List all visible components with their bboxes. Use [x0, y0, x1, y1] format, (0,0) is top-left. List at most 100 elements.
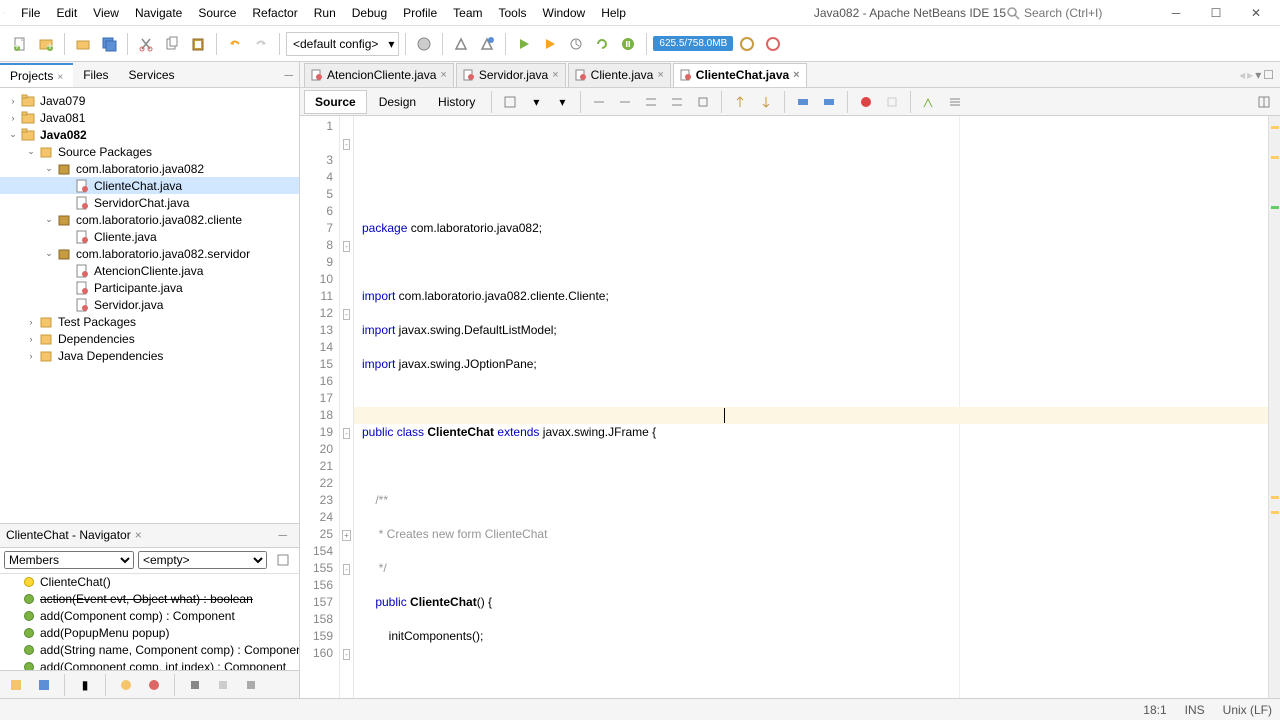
close-button[interactable]: ✕	[1236, 1, 1276, 25]
navigator-item[interactable]: ClienteChat()	[0, 574, 299, 591]
menu-navigate[interactable]: Navigate	[127, 2, 190, 24]
profile-icon[interactable]	[564, 32, 588, 56]
quick-search[interactable]	[1006, 6, 1144, 20]
tree-node[interactable]: ›Java081	[0, 109, 299, 126]
run-icon[interactable]	[512, 32, 536, 56]
navigator-item[interactable]: add(Component comp, int index) : Compone…	[0, 659, 299, 671]
menu-help[interactable]: Help	[593, 2, 634, 24]
et-icon[interactable]: ▾	[524, 90, 548, 114]
et-icon[interactable]	[613, 90, 637, 114]
tab-right-icon[interactable]: ▸	[1247, 68, 1253, 82]
split-icon[interactable]	[1252, 90, 1276, 114]
editor-tab[interactable]: ClienteChat.java×	[673, 63, 807, 87]
menu-source[interactable]: Source	[190, 2, 244, 24]
filter1-icon[interactable]	[4, 673, 28, 697]
clean-build-icon[interactable]	[475, 32, 499, 56]
editor-tab[interactable]: Servidor.java×	[456, 63, 566, 87]
tree-node[interactable]: ⌄com.laboratorio.java082.servidor	[0, 245, 299, 262]
filter5-icon[interactable]	[142, 673, 166, 697]
tree-node[interactable]: ⌄com.laboratorio.java082.cliente	[0, 211, 299, 228]
globe-icon[interactable]	[412, 32, 436, 56]
et-icon[interactable]	[728, 90, 752, 114]
editor-tab[interactable]: AtencionCliente.java×	[304, 63, 454, 87]
tree-node[interactable]: ›Java Dependencies	[0, 347, 299, 364]
close-icon[interactable]: ×	[552, 69, 558, 81]
menu-tools[interactable]: Tools	[490, 2, 534, 24]
filter7-icon[interactable]	[211, 673, 235, 697]
navigator-list[interactable]: ClienteChat()action(Event evt, Object wh…	[0, 574, 299, 671]
et-icon[interactable]	[791, 90, 815, 114]
empty-select[interactable]: <empty>	[138, 551, 267, 569]
stop-icon[interactable]	[616, 32, 640, 56]
tree-node[interactable]: ⌄Source Packages	[0, 143, 299, 160]
tree-node[interactable]: ⌄Java082	[0, 126, 299, 143]
et-icon[interactable]	[754, 90, 778, 114]
tree-node[interactable]: Participante.java	[0, 279, 299, 296]
redo-icon[interactable]	[249, 32, 273, 56]
run-config-select[interactable]: <default config>▾	[286, 32, 399, 56]
project-tree[interactable]: ›Java079›Java081⌄Java082⌄Source Packages…	[0, 88, 299, 523]
tab-projects[interactable]: Projects×	[0, 63, 73, 87]
menu-edit[interactable]: Edit	[48, 2, 85, 24]
memory-indicator[interactable]: 625.5/758.0MB	[653, 36, 733, 51]
filter8-icon[interactable]	[239, 673, 263, 697]
menu-profile[interactable]: Profile	[395, 2, 445, 24]
navigator-item[interactable]: add(PopupMenu popup)	[0, 625, 299, 642]
tree-node[interactable]: ›Java079	[0, 92, 299, 109]
copy-icon[interactable]	[160, 32, 184, 56]
filter3-icon[interactable]: ▮	[73, 673, 97, 697]
tree-node[interactable]: ›Dependencies	[0, 330, 299, 347]
maximize-button[interactable]: ☐	[1196, 1, 1236, 25]
menu-team[interactable]: Team	[445, 2, 490, 24]
minimize-panel-icon[interactable]: ─	[278, 528, 287, 542]
filter4-icon[interactable]	[114, 673, 138, 697]
tab-services[interactable]: Services	[119, 64, 185, 86]
tab-max-icon[interactable]: ☐	[1263, 68, 1274, 82]
filter6-icon[interactable]	[183, 673, 207, 697]
cut-icon[interactable]	[134, 32, 158, 56]
minimize-button[interactable]: ─	[1156, 1, 1196, 25]
gc-icon[interactable]	[735, 32, 759, 56]
filter2-icon[interactable]	[32, 673, 56, 697]
minimize-panel-icon[interactable]: ─	[284, 68, 293, 82]
et-icon[interactable]	[639, 90, 663, 114]
tree-node[interactable]: ServidorChat.java	[0, 194, 299, 211]
close-icon[interactable]: ×	[793, 69, 799, 81]
menu-refactor[interactable]: Refactor	[244, 2, 305, 24]
reload-icon[interactable]	[590, 32, 614, 56]
gc2-icon[interactable]	[761, 32, 785, 56]
search-input[interactable]	[1024, 6, 1144, 20]
line-gutter[interactable]: 1345678910111213141516171819202122232425…	[300, 116, 340, 698]
navigator-item[interactable]: action(Event evt, Object what) : boolean	[0, 591, 299, 608]
et-icon[interactable]	[943, 90, 967, 114]
fold-gutter[interactable]: ----+--	[340, 116, 354, 698]
tab-files[interactable]: Files	[73, 64, 118, 86]
et-icon[interactable]	[691, 90, 715, 114]
open-icon[interactable]	[71, 32, 95, 56]
tree-node[interactable]: ClienteChat.java	[0, 177, 299, 194]
et-icon[interactable]	[817, 90, 841, 114]
tree-node[interactable]: AtencionCliente.java	[0, 262, 299, 279]
history-tab[interactable]: History	[428, 91, 485, 113]
tree-node[interactable]: ⌄com.laboratorio.java082	[0, 160, 299, 177]
close-icon[interactable]: ×	[135, 528, 142, 542]
navigator-item[interactable]: add(Component comp) : Component	[0, 608, 299, 625]
menu-debug[interactable]: Debug	[344, 2, 395, 24]
navigator-item[interactable]: add(String name, Component comp) : Compo…	[0, 642, 299, 659]
paste-icon[interactable]	[186, 32, 210, 56]
tree-node[interactable]: ›Test Packages	[0, 313, 299, 330]
members-select[interactable]: Members	[4, 551, 134, 569]
et-icon[interactable]	[587, 90, 611, 114]
code-editor[interactable]: package com.laboratorio.java082; import …	[354, 116, 1280, 698]
design-tab[interactable]: Design	[369, 91, 426, 113]
tab-left-icon[interactable]: ◂	[1239, 68, 1245, 82]
tree-node[interactable]: Cliente.java	[0, 228, 299, 245]
close-icon[interactable]: ×	[57, 72, 63, 83]
menu-view[interactable]: View	[85, 2, 127, 24]
undo-icon[interactable]	[223, 32, 247, 56]
new-file-icon[interactable]: +	[8, 32, 32, 56]
macro-stop-icon[interactable]	[880, 90, 904, 114]
editor-tab[interactable]: Cliente.java×	[568, 63, 671, 87]
tab-list-icon[interactable]: ▾	[1255, 68, 1261, 82]
new-project-icon[interactable]: +	[34, 32, 58, 56]
